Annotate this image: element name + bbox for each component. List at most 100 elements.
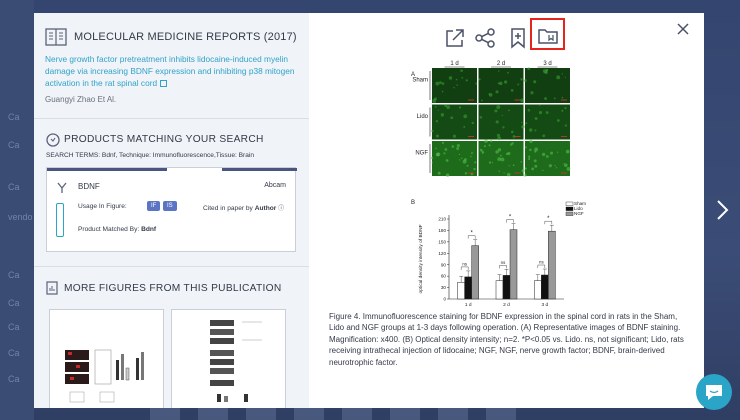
fluorescence-speck	[456, 144, 460, 148]
fluorescence-speck	[488, 93, 493, 97]
fluorescence-speck	[561, 96, 564, 99]
fluorescence-speck	[498, 70, 500, 72]
fluorescence-speck	[471, 121, 474, 125]
fluorescence-speck	[481, 99, 484, 102]
figure-caption: Figure 4. Immunofluorescence staining fo…	[329, 312, 684, 367]
fluorescence-speck	[508, 109, 510, 112]
fluorescence-speck	[473, 167, 476, 171]
ns-label: ns	[462, 261, 467, 266]
background-label: Ca	[8, 374, 20, 384]
tube-icon	[56, 203, 64, 237]
figure-canvas: A 1 d2 d3 d ShamLidoNGF B 03060901201501…	[411, 61, 586, 315]
micrograph-panel	[525, 141, 570, 176]
fluorescence-speck	[435, 81, 440, 86]
fluorescence-speck	[484, 139, 488, 143]
fluorescence-speck	[528, 157, 530, 159]
search-terms: SEARCH TERMS: Bdnf, Technique: Immunoflu…	[46, 152, 255, 159]
figures-icon	[46, 281, 58, 295]
fluorescence-speck	[564, 76, 566, 78]
article-title[interactable]: Nerve growth factor pretreatment inhibit…	[45, 54, 295, 88]
chat-button[interactable]	[696, 374, 732, 410]
info-icon[interactable]: ⓘ	[278, 206, 284, 212]
fluorescence-speck	[521, 169, 525, 173]
ns-bracket	[460, 266, 469, 270]
publication-section: MOLECULAR MEDICINE REPORTS (2017) Nerve …	[34, 13, 309, 119]
fluorescence-speck	[471, 152, 473, 155]
thumbnail-2-preview	[210, 320, 262, 402]
fluorescence-speck	[506, 172, 511, 177]
cited-label: Cited in paper by	[203, 205, 253, 212]
fluorescence-speck	[561, 109, 564, 112]
external-link-icon[interactable]	[160, 80, 168, 88]
bar-lido	[502, 275, 511, 300]
micrograph-panel	[478, 104, 524, 140]
fluorescence-speck	[455, 78, 458, 81]
micrograph-panel	[432, 104, 477, 140]
fluorescence-speck	[534, 129, 537, 132]
product-card[interactable]: BDNF Abcam Usage In Figure: IF IS Cited …	[46, 167, 297, 252]
y-tick-label: 60	[441, 274, 447, 279]
y-tick-label: 150	[438, 239, 446, 244]
fluorescence-speck	[564, 124, 567, 127]
bookmark-add-icon[interactable]	[506, 26, 530, 50]
product-name[interactable]: BDNF	[78, 182, 100, 191]
background-label: Ca	[8, 298, 20, 308]
fluorescence-speck	[545, 69, 549, 72]
fluorescence-speck	[522, 126, 524, 129]
left-panel: MOLECULAR MEDICINE REPORTS (2017) Nerve …	[34, 13, 309, 408]
fluorescence-speck	[456, 84, 459, 86]
figure-thumbnail-2[interactable]	[171, 309, 286, 408]
fluorescence-speck	[463, 114, 468, 119]
share-icon[interactable]	[473, 26, 497, 50]
matched-by: Product Matched By: Bdnf	[78, 226, 156, 233]
fluorescence-speck	[520, 161, 522, 163]
authors: Guangyi Zhao Et Al.	[45, 95, 117, 104]
bar-ngf	[471, 245, 479, 300]
background-label: vendo	[8, 212, 33, 222]
journal-icon	[45, 28, 67, 46]
fluorescence-speck	[444, 148, 448, 151]
background-label: Ca	[8, 270, 20, 280]
y-tick-label: 180	[438, 228, 446, 233]
fluorescence-speck	[431, 129, 434, 133]
fluorescence-speck	[565, 149, 570, 154]
open-external-icon[interactable]	[443, 26, 467, 50]
products-section: PRODUCTS MATCHING YOUR SEARCH SEARCH TER…	[34, 119, 309, 267]
fluorescence-speck	[556, 119, 560, 122]
fluorescence-speck	[499, 154, 502, 157]
fluorescence-speck	[523, 173, 527, 177]
fluorescence-speck	[458, 106, 462, 109]
fluorescence-speck	[566, 167, 571, 171]
fluorescence-speck	[453, 86, 455, 89]
ns-bracket	[499, 265, 507, 269]
fluorescence-speck	[524, 167, 527, 170]
fluorescence-speck	[520, 78, 523, 81]
fluorescence-speck	[523, 79, 527, 83]
background-label: Ca	[8, 112, 20, 122]
fluorescence-speck	[456, 147, 460, 150]
cited-in-paper: Cited in paper by Author ⓘ	[203, 203, 284, 212]
next-arrow-icon[interactable]	[712, 198, 732, 222]
y-tick-label: 210	[438, 217, 446, 222]
save-to-folder-icon[interactable]	[536, 24, 560, 48]
fluorescence-speck	[497, 136, 501, 141]
background-thumbnails	[150, 408, 710, 420]
fluorescence-speck	[440, 113, 445, 117]
fluorescence-speck	[458, 153, 461, 156]
close-icon[interactable]	[676, 22, 690, 36]
fluorescence-speck	[511, 142, 514, 145]
fluorescence-speck	[452, 134, 456, 138]
article-title-link[interactable]: Nerve growth factor pretreatment inhibit…	[45, 53, 300, 89]
fluorescence-speck	[495, 120, 499, 124]
fluorescence-speck	[530, 91, 534, 95]
fluorescence-speck	[545, 111, 549, 115]
fluorescence-speck	[450, 116, 454, 120]
y-tick-label: 30	[441, 285, 447, 290]
fluorescence-speck	[525, 122, 528, 125]
fluorescence-speck	[479, 148, 483, 152]
micrograph-panel	[478, 68, 524, 103]
y-tick-label: 120	[438, 251, 446, 256]
figure-thumbnail-1[interactable]	[49, 309, 164, 408]
products-heading: PRODUCTS MATCHING YOUR SEARCH	[64, 134, 264, 145]
fluorescence-speck	[545, 155, 549, 158]
